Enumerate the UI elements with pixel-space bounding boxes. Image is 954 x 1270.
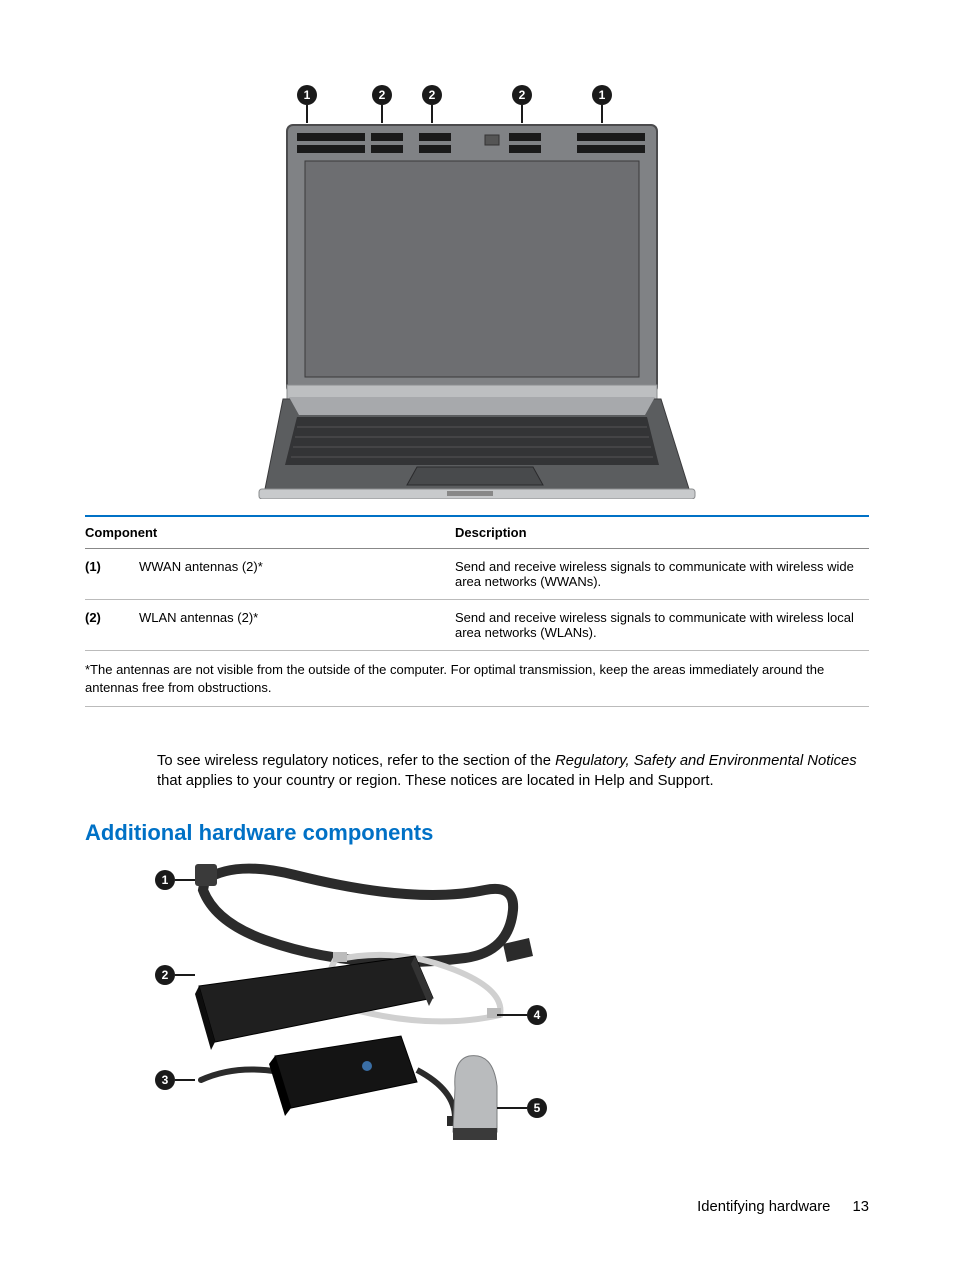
table-header-row: Component Description xyxy=(85,516,869,549)
callout-line xyxy=(175,974,195,976)
page-footer: Identifying hardware 13 xyxy=(697,1199,869,1215)
laptop-illustration xyxy=(247,85,707,499)
table-row: (1) WWAN antennas (2)* Send and receive … xyxy=(85,549,869,600)
table-row: (2) WLAN antennas (2)* Send and receive … xyxy=(85,600,869,651)
callout-badge: 2 xyxy=(155,965,175,985)
callout-line xyxy=(497,1014,527,1016)
regulatory-notice-paragraph: To see wireless regulatory notices, refe… xyxy=(157,752,869,792)
col-header-component: Component xyxy=(85,516,455,549)
callout-line xyxy=(521,105,523,123)
callout-badge: 1 xyxy=(297,85,317,105)
callout-line xyxy=(431,105,433,123)
callout-badge: 2 xyxy=(512,85,532,105)
paragraph-text-pre: To see wireless regulatory notices, refe… xyxy=(157,753,555,769)
row-description: Send and receive wireless signals to com… xyxy=(455,600,869,651)
callout-line xyxy=(601,105,603,123)
row-component: WLAN antennas (2)* xyxy=(139,600,455,651)
table-footnote-row: *The antennas are not visible from the o… xyxy=(85,651,869,707)
callout-line xyxy=(497,1107,527,1109)
callout-badge: 2 xyxy=(372,85,392,105)
component-table: Component Description (1) WWAN antennas … xyxy=(85,515,869,707)
callout-line xyxy=(175,1079,195,1081)
footnote-text: *The antennas are not visible from the o… xyxy=(85,651,869,707)
row-description: Send and receive wireless signals to com… xyxy=(455,549,869,600)
footer-page-number: 13 xyxy=(853,1199,869,1215)
page: 1 2 2 2 1 xyxy=(0,0,954,1270)
row-component: WWAN antennas (2)* xyxy=(139,549,455,600)
row-index: (2) xyxy=(85,600,139,651)
figure-additional-hardware: 1 2 3 4 5 xyxy=(155,860,585,1190)
callout-line xyxy=(306,105,308,123)
callout-badge: 1 xyxy=(592,85,612,105)
paragraph-text-italic: Regulatory, Safety and Environmental Not… xyxy=(555,753,857,769)
paragraph-text-post: that applies to your country or region. … xyxy=(157,773,714,789)
callout-line xyxy=(175,879,195,881)
section-heading-additional-hardware: Additional hardware components xyxy=(85,820,869,846)
row-index: (1) xyxy=(85,549,139,600)
footer-section-title: Identifying hardware xyxy=(697,1199,830,1215)
col-header-description: Description xyxy=(455,516,869,549)
figure-laptop-antennas: 1 2 2 2 1 xyxy=(237,85,717,505)
hardware-illustration xyxy=(155,860,585,1190)
callout-badge: 1 xyxy=(155,870,175,890)
callout-line xyxy=(381,105,383,123)
callout-badge: 2 xyxy=(422,85,442,105)
callout-badge: 3 xyxy=(155,1070,175,1090)
callout-badge: 4 xyxy=(527,1005,547,1025)
callout-badge: 5 xyxy=(527,1098,547,1118)
